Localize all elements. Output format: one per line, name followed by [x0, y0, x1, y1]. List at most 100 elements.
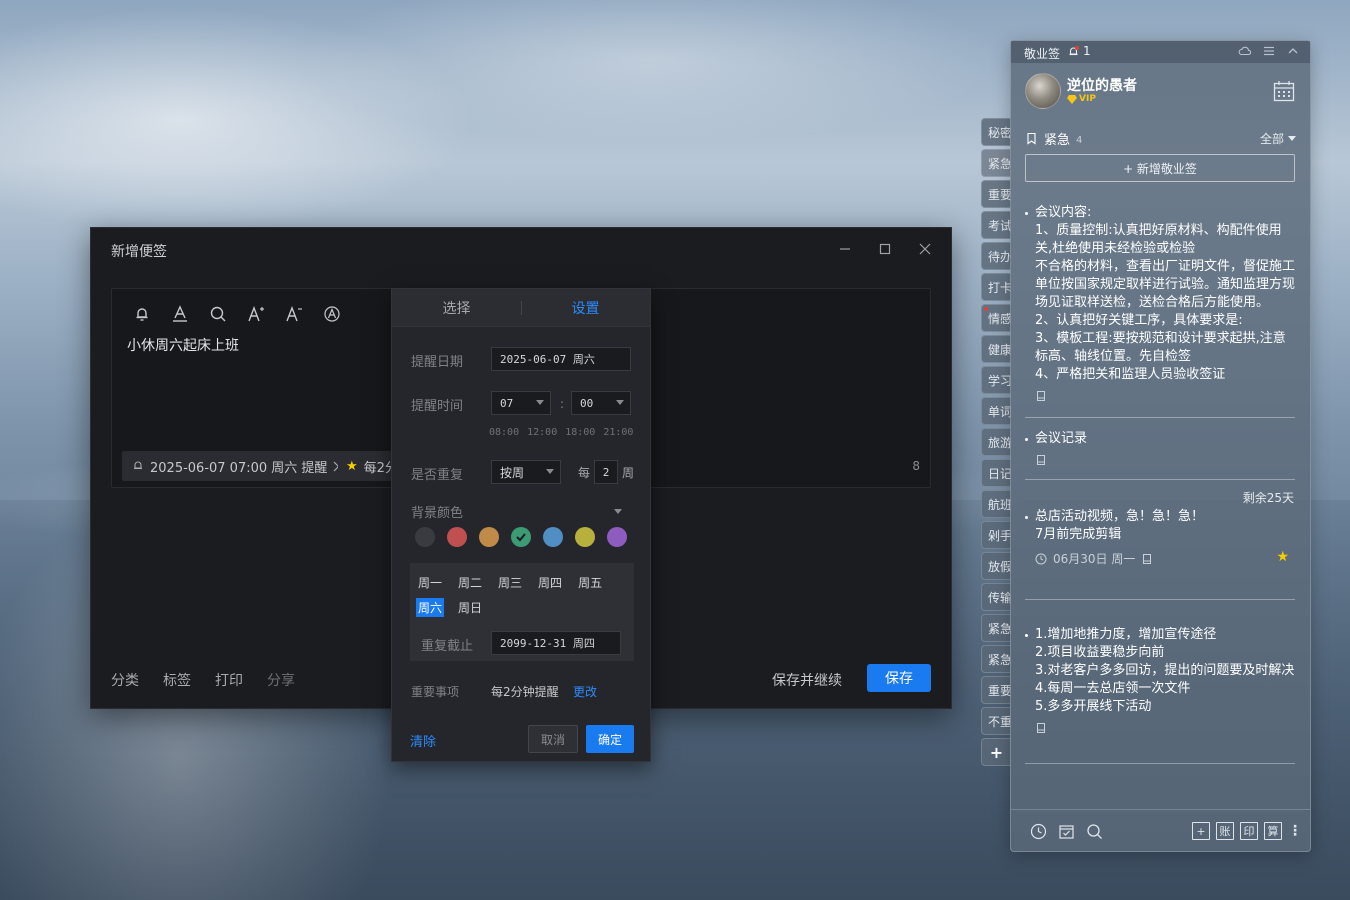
- calendar-button[interactable]: [1272, 79, 1296, 103]
- color-swatch[interactable]: [575, 527, 595, 547]
- bell-icon: [134, 461, 142, 470]
- font-increase-button[interactable]: [244, 303, 268, 325]
- color-swatch[interactable]: [607, 527, 627, 547]
- category-link[interactable]: 分类: [111, 670, 139, 690]
- color-swatch[interactable]: [447, 527, 467, 547]
- weekday-option[interactable]: 周一: [416, 573, 444, 592]
- side-category-tab[interactable]: 放假: [981, 552, 1011, 580]
- notification-bell[interactable]: 1: [1067, 44, 1091, 58]
- font-decrease-button[interactable]: [282, 303, 306, 325]
- list-item[interactable]: 会议内容: 1、质量控制:认真把好原材料、构配件使用关,杜绝使用未经检验或检验 …: [1025, 204, 1295, 402]
- reminder-bell-button[interactable]: [130, 303, 154, 325]
- list-item[interactable]: 会议记录: [1025, 430, 1295, 466]
- minimize-button[interactable]: [829, 238, 861, 260]
- side-category-tab[interactable]: 学习: [981, 366, 1011, 394]
- side-category-tab[interactable]: 航班: [981, 490, 1011, 518]
- side-category-tab[interactable]: 情感: [981, 304, 1011, 332]
- repeat-interval-input[interactable]: 2: [594, 460, 618, 484]
- side-category-tab[interactable]: 重要: [981, 676, 1011, 704]
- side-category-tab[interactable]: 紧急: [981, 645, 1011, 673]
- repeat-mode-select[interactable]: 按周: [491, 460, 561, 484]
- filter-dropdown[interactable]: 全部: [1260, 130, 1296, 147]
- side-category-tab[interactable]: 紧急: [981, 149, 1011, 177]
- reminder-settings-popup: 选择 设置 提醒日期 2025-06-07 周六 提醒时间 07 : 00 08…: [391, 288, 651, 762]
- color-swatch[interactable]: [415, 527, 435, 547]
- side-category-tab[interactable]: 健康: [981, 335, 1011, 363]
- reminder-date-input[interactable]: 2025-06-07 周六: [491, 347, 631, 371]
- tab-select[interactable]: 选择: [392, 289, 521, 326]
- repeat-end-label: 重复截止: [421, 639, 474, 654]
- weekday-option[interactable]: 周日: [456, 598, 484, 617]
- menu-button[interactable]: [1262, 44, 1276, 58]
- clear-format-button[interactable]: [320, 303, 344, 325]
- cloud-sync-button[interactable]: [1238, 44, 1252, 58]
- quick-time-option[interactable]: 08:00: [489, 427, 519, 438]
- print-link[interactable]: 打印: [215, 670, 243, 690]
- search-button[interactable]: [1085, 822, 1103, 840]
- clear-button[interactable]: 清除: [410, 731, 436, 750]
- cancel-button[interactable]: 取消: [528, 725, 578, 753]
- tab-settings[interactable]: 设置: [521, 289, 650, 326]
- side-category-tab[interactable]: 单词: [981, 397, 1011, 425]
- side-category-tab[interactable]: 传输: [981, 583, 1011, 611]
- add-note-button[interactable]: + 新增敬业签: [1025, 154, 1295, 182]
- close-button[interactable]: [909, 238, 941, 260]
- weekday-option[interactable]: 周二: [456, 573, 484, 592]
- chevron-down-icon[interactable]: [614, 509, 622, 514]
- ledger-tool-button[interactable]: 账: [1216, 822, 1234, 840]
- avatar[interactable]: [1025, 73, 1061, 109]
- priority-chip[interactable]: ★ 每2分: [338, 451, 398, 481]
- maximize-button[interactable]: [869, 238, 901, 260]
- collapse-button[interactable]: [1286, 44, 1300, 58]
- share-link[interactable]: 分享: [267, 670, 295, 690]
- history-button[interactable]: [1029, 822, 1047, 840]
- tag-link[interactable]: 标签: [163, 670, 191, 690]
- side-category-tab[interactable]: 待办: [981, 242, 1011, 270]
- color-swatch[interactable]: [479, 527, 499, 547]
- note-date: 06月30日 周一: [1053, 552, 1136, 566]
- star-icon: ★: [346, 458, 358, 474]
- weekday-option[interactable]: 周六: [416, 598, 445, 617]
- color-swatch[interactable]: [511, 527, 531, 547]
- quick-time-option[interactable]: 12:00: [527, 427, 557, 438]
- quick-time-option[interactable]: 18:00: [565, 427, 595, 438]
- star-icon[interactable]: ★: [1276, 548, 1289, 566]
- repeat-end-input[interactable]: 2099-12-31 周四: [491, 631, 621, 655]
- weekday-option[interactable]: 周四: [536, 573, 564, 592]
- current-category[interactable]: 紧急 4: [1025, 129, 1082, 148]
- side-category-tab[interactable]: 剁手: [981, 521, 1011, 549]
- list-item[interactable]: 1.增加地推力度，增加宣传途径 2.项目收益要稳步向前 3.对老客户多多回访，提…: [1025, 626, 1295, 734]
- list-item[interactable]: 总店活动视频，急！急！急！ 7月前完成剪辑 06月30日 周一 ★: [1025, 508, 1295, 568]
- side-category-tab[interactable]: 旅游: [981, 428, 1011, 456]
- hour-select[interactable]: 07: [491, 391, 551, 415]
- print-tool-button[interactable]: 印: [1240, 822, 1258, 840]
- calculator-tool-button[interactable]: 算: [1264, 822, 1282, 840]
- color-swatch[interactable]: [543, 527, 563, 547]
- side-category-tab[interactable]: 重要: [981, 180, 1011, 208]
- weekday-option[interactable]: 周三: [496, 573, 524, 592]
- quick-time-option[interactable]: 21:00: [603, 427, 633, 438]
- side-category-tab[interactable]: 秘密: [981, 118, 1011, 146]
- confirm-button[interactable]: 确定: [586, 725, 634, 753]
- unread-dot: [984, 307, 988, 311]
- more-options-icon[interactable]: ⋮: [1288, 823, 1302, 839]
- weekday-option[interactable]: 周五: [576, 573, 604, 592]
- change-link[interactable]: 更改: [573, 683, 597, 700]
- note-content[interactable]: 小休周六起床上班: [127, 335, 239, 355]
- minute-select[interactable]: 00: [571, 391, 631, 415]
- side-category-tab[interactable]: 不重: [981, 707, 1011, 735]
- save-and-continue-button[interactable]: 保存并继续: [772, 670, 842, 690]
- add-tool-button[interactable]: +: [1192, 822, 1210, 840]
- printer-icon: [1037, 455, 1045, 465]
- completed-button[interactable]: [1057, 822, 1075, 840]
- side-category-tab[interactable]: 打卡: [981, 273, 1011, 301]
- save-button[interactable]: 保存: [867, 664, 931, 692]
- side-category-tab[interactable]: 紧急: [981, 614, 1011, 642]
- add-category-button[interactable]: +: [981, 738, 1011, 766]
- reminder-chip[interactable]: 2025-06-07 07:00 周六 提醒: [122, 451, 355, 481]
- note-meta: 06月30日 周一: [1035, 550, 1295, 568]
- font-color-button[interactable]: [168, 303, 192, 325]
- search-button[interactable]: [206, 303, 230, 325]
- side-category-tab[interactable]: 日记: [981, 459, 1011, 487]
- side-category-tab[interactable]: 考试: [981, 211, 1011, 239]
